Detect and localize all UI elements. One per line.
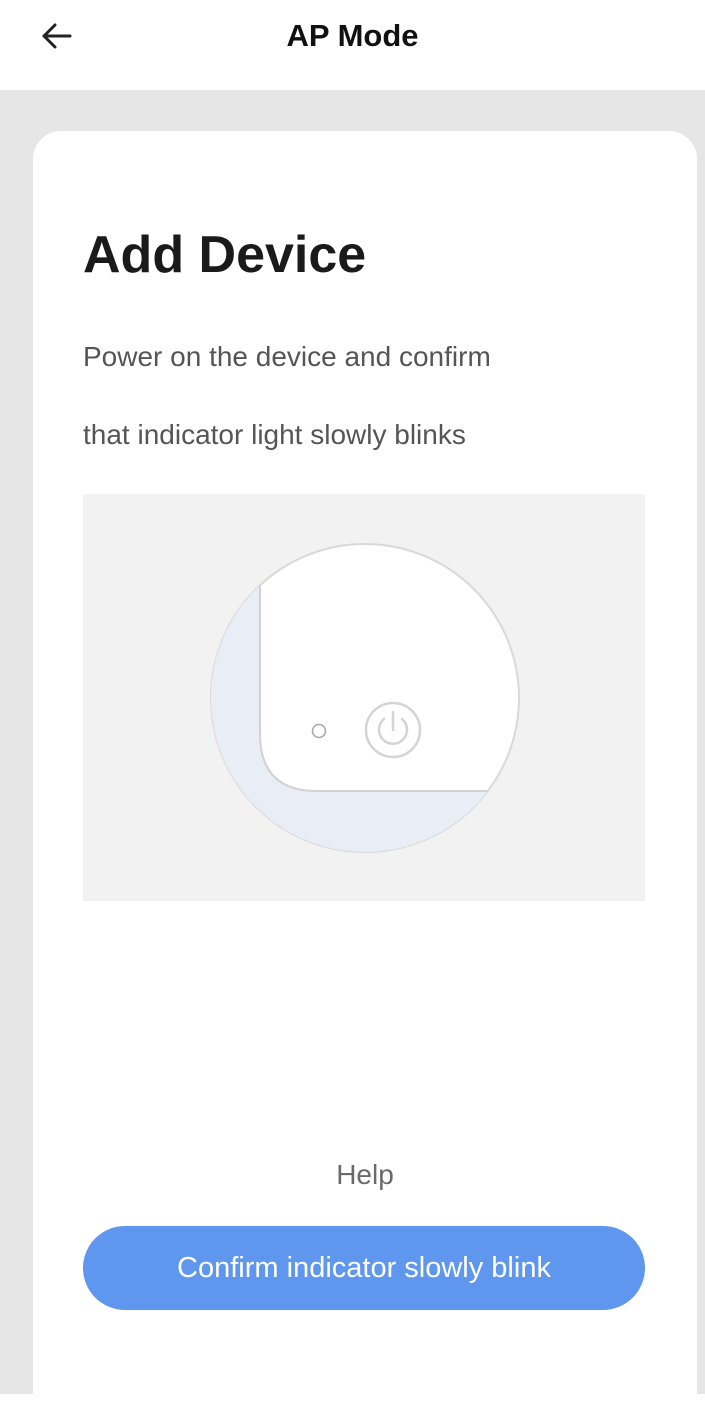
device-illustration [83, 494, 645, 901]
instruction-line-2: that indicator light slowly blinks [83, 419, 466, 450]
top-bar: AP Mode [0, 0, 705, 90]
page-title: AP Mode [286, 18, 419, 53]
add-device-card: Add Device Power on the device and confi… [33, 131, 697, 1421]
device-illustration-graphic [210, 543, 520, 853]
confirm-indicator-button[interactable]: Confirm indicator slowly blink [83, 1226, 645, 1310]
card-title: Add Device [83, 226, 367, 284]
instruction-line-1: Power on the device and confirm [83, 341, 491, 372]
help-link[interactable]: Help [33, 1155, 697, 1195]
